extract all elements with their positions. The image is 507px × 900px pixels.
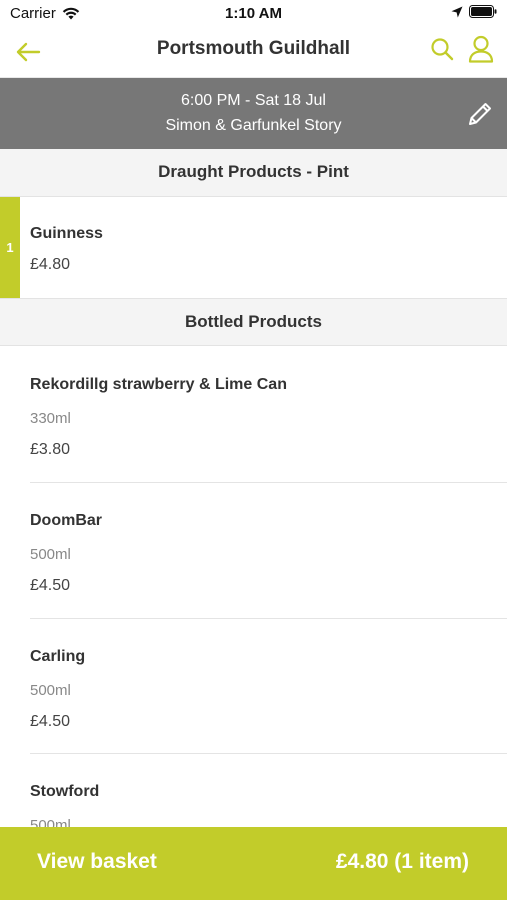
- section-header-draught: Draught Products - Pint: [0, 149, 507, 197]
- event-datetime: 6:00 PM - Sat 18 Jul: [181, 92, 326, 109]
- product-doombar[interactable]: DoomBar 500ml £4.50: [0, 483, 507, 619]
- search-icon: [431, 38, 454, 61]
- edit-event-button[interactable]: [463, 97, 497, 131]
- section-header-bottled: Bottled Products: [0, 298, 507, 346]
- status-time: 1:10 AM: [225, 5, 282, 22]
- search-button[interactable]: [428, 34, 456, 64]
- product-price: £3.80: [30, 441, 71, 458]
- battery-icon: [469, 5, 497, 18]
- product-rekordillg[interactable]: Rekordillg strawberry & Lime Can 330ml £…: [0, 348, 507, 483]
- product-guinness[interactable]: 1 Guinness £4.80: [0, 197, 507, 298]
- product-size: 330ml: [30, 410, 71, 427]
- basket-total: £4.80 (1 item): [335, 850, 469, 873]
- product-stowford[interactable]: Stowford 500ml: [0, 754, 507, 827]
- product-name: Stowford: [30, 783, 100, 800]
- pencil-icon: [469, 103, 491, 125]
- basket-quantity-badge: 1: [0, 197, 20, 298]
- location-arrow-icon: [451, 6, 463, 17]
- product-name: Guinness: [30, 225, 103, 242]
- product-size: 500ml: [30, 546, 71, 563]
- event-banner: 6:00 PM - Sat 18 Jul Simon & Garfunkel S…: [0, 78, 507, 149]
- product-price: £4.50: [30, 713, 71, 730]
- product-size: 500ml: [30, 682, 71, 699]
- product-price: £4.50: [30, 577, 71, 594]
- account-button[interactable]: [466, 33, 496, 65]
- product-name: DoomBar: [30, 512, 103, 529]
- product-price: £4.80: [30, 256, 71, 273]
- status-bar: Carrier 1:10 AM: [0, 0, 507, 28]
- view-basket-button[interactable]: View basket £4.80 (1 item): [0, 827, 507, 900]
- user-icon: [468, 35, 494, 63]
- navigation-bar: Portsmouth Guildhall: [0, 28, 507, 78]
- back-button[interactable]: [12, 36, 44, 68]
- product-size: 500ml: [30, 817, 71, 827]
- status-right: [451, 5, 497, 18]
- view-basket-label: View basket: [37, 850, 157, 873]
- product-name: Rekordillg strawberry & Lime Can: [30, 376, 287, 393]
- event-name: Simon & Garfunkel Story: [165, 117, 342, 134]
- arrow-left-icon: [16, 42, 41, 62]
- product-carling[interactable]: Carling 500ml £4.50: [0, 619, 507, 754]
- product-name: Carling: [30, 648, 86, 665]
